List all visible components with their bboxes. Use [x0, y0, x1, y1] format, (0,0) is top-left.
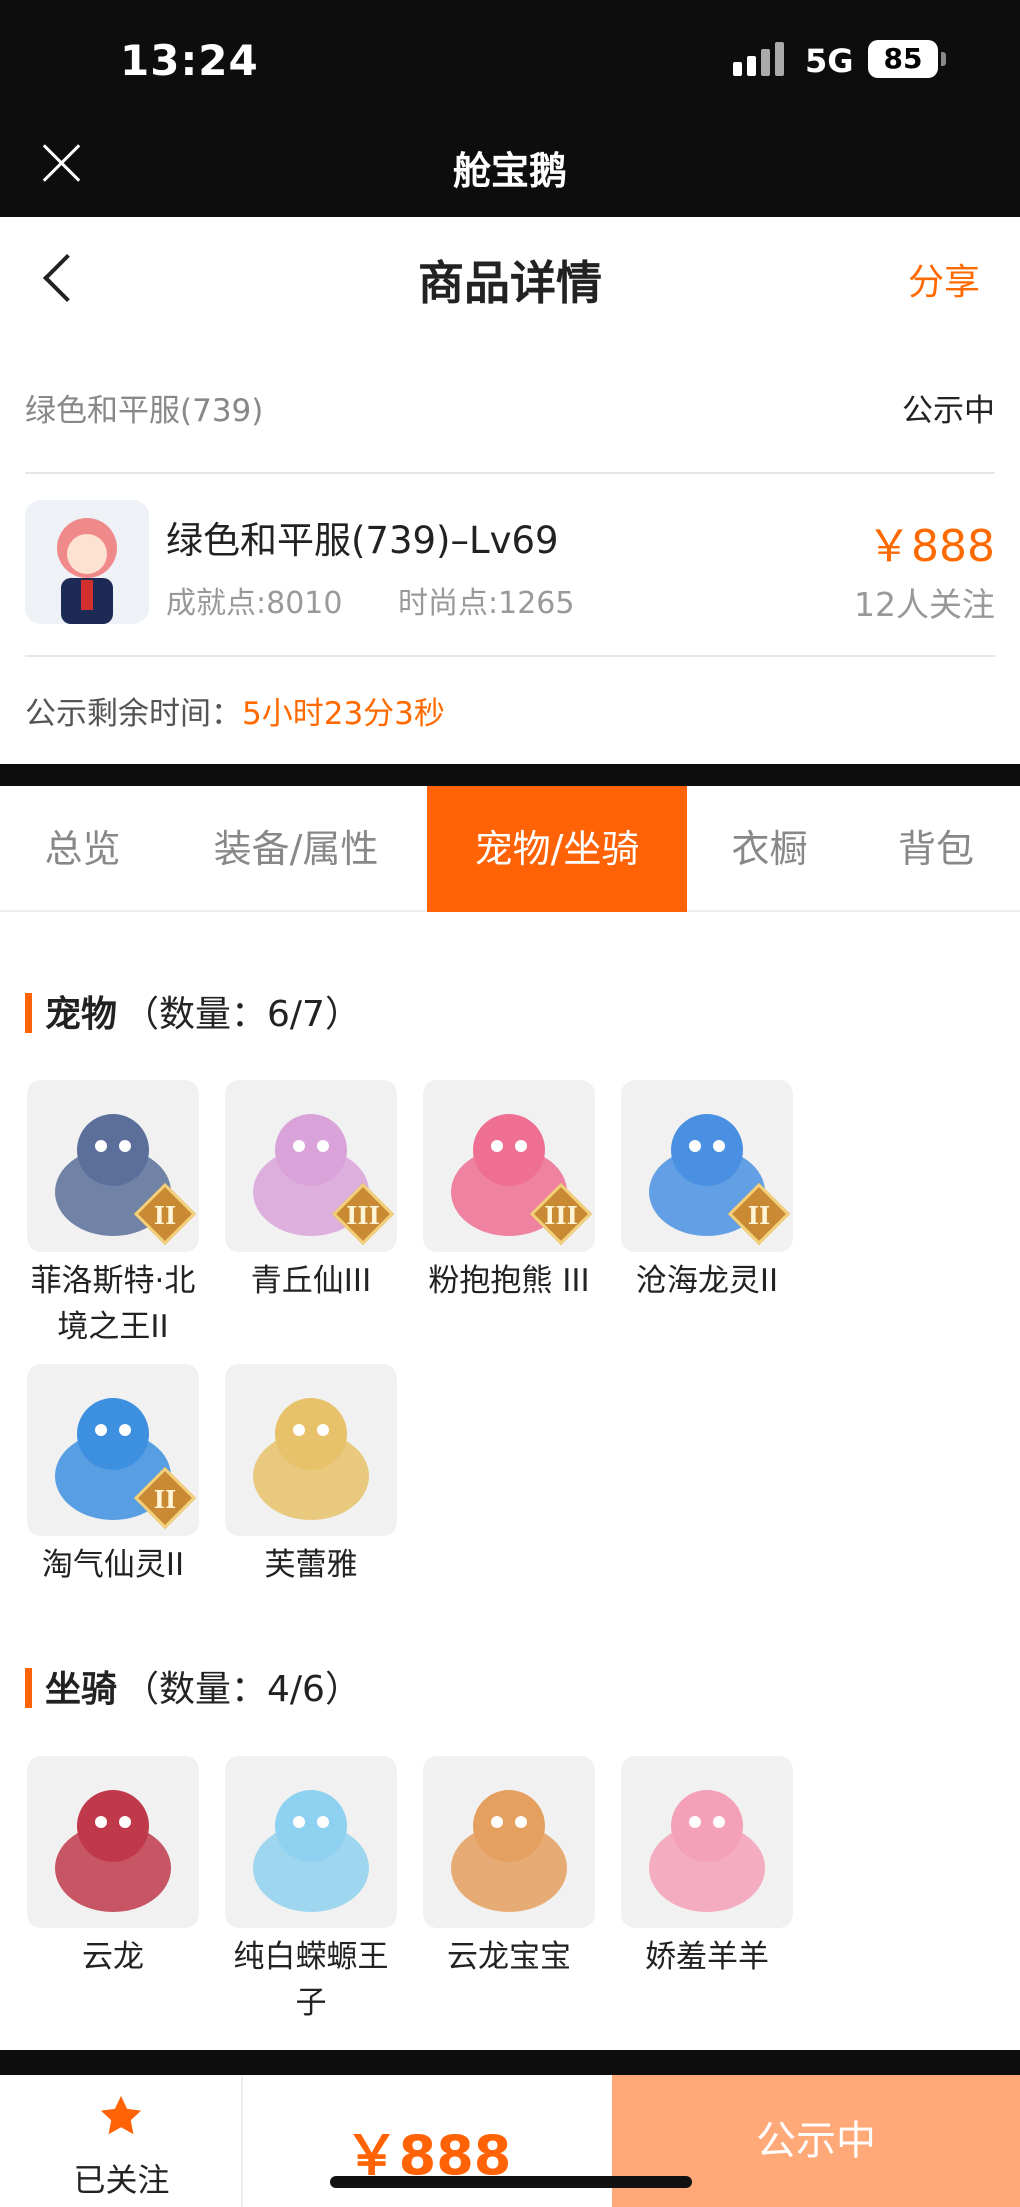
section-divider [0, 764, 1020, 786]
pet-thumbnail: II [27, 1080, 199, 1252]
pet-item[interactable]: III 青丘仙III [223, 1080, 421, 1350]
follower-count: 12人关注 [854, 585, 995, 624]
pet-name: 芙蕾雅 [264, 1547, 358, 1583]
pet-thumbnail: II [27, 1364, 199, 1536]
divider [25, 655, 995, 657]
status-badge: 公示中 [902, 393, 995, 429]
status-time: 13:24 [120, 36, 259, 85]
mounts-heading: 坐骑 （数量：4/6） [25, 1660, 361, 1712]
product-name: 绿色和平服(739)–Lv69 [166, 519, 559, 562]
screen: { "status_bar": { "time": "13:24", "netw… [0, 0, 1020, 2207]
tier-label: II [747, 1201, 771, 1231]
tab-wardrobe[interactable]: 衣橱 [687, 786, 852, 912]
pets-title: 宠物 [45, 994, 118, 1035]
pet-name: 沧海龙灵II [635, 1263, 779, 1299]
pet-name: 淘气仙灵II [41, 1547, 185, 1583]
mount-thumbnail [621, 1756, 793, 1928]
tier-label: III [544, 1201, 578, 1231]
pet-name: 菲洛斯特·北境之王II [30, 1263, 196, 1345]
mount-name: 纯白蝾螈王子 [233, 1939, 389, 2021]
mount-thumbnail [423, 1756, 595, 1928]
mounts-grid: 云龙 纯白蝾螈王子 云龙宝宝 娇羞羊羊 [25, 1756, 1005, 2040]
tab-bar: 总览 装备/属性 宠物/坐骑 衣橱 背包 [0, 786, 1020, 912]
pet-thumbnail: II [621, 1080, 793, 1252]
mount-item[interactable]: 云龙宝宝 [421, 1756, 619, 2026]
follow-label: 已关注 [73, 2161, 170, 2199]
pets-count: （数量：6/7） [123, 994, 361, 1035]
mount-item[interactable]: 云龙 [25, 1756, 223, 2026]
signal-icon [733, 42, 789, 76]
tab-equipment[interactable]: 装备/属性 [165, 786, 427, 912]
mounts-count: （数量：4/6） [123, 1669, 361, 1710]
pets-heading: 宠物 （数量：6/7） [25, 985, 361, 1037]
achievement-points: 成就点:8010 [166, 586, 343, 621]
network-type: 5G [805, 42, 854, 80]
remaining-time-label: 公示剩余时间： [25, 696, 242, 732]
pet-item[interactable]: 芙蕾雅 [223, 1364, 421, 1588]
mount-name: 娇羞羊羊 [645, 1939, 769, 1975]
mount-name: 云龙宝宝 [447, 1939, 571, 1975]
mounts-title: 坐骑 [45, 1669, 118, 1710]
app-title: 舱宝鹅 [452, 149, 567, 193]
tab-overview[interactable]: 总览 [0, 786, 165, 912]
mount-name: 云龙 [82, 1939, 144, 1975]
mount-item[interactable]: 娇羞羊羊 [619, 1756, 817, 2026]
pet-name: 粉抱抱熊 III [428, 1263, 590, 1299]
pet-item[interactable]: II 菲洛斯特·北境之王II [25, 1080, 223, 1350]
remaining-time: 公示剩余时间：5小时23分3秒 [25, 688, 445, 733]
divider [25, 472, 995, 474]
tab-pets-mounts[interactable]: 宠物/坐骑 [427, 786, 687, 912]
pet-thumbnail: III [423, 1080, 595, 1252]
pets-grid: II 菲洛斯特·北境之王II III 青丘仙III III 粉抱抱熊 III II 沧海龙灵I… [25, 1080, 1005, 1602]
status-and-app-bar: 13:24 5G 85 舱宝鹅 [0, 0, 1020, 217]
pet-name: 青丘仙III [250, 1263, 372, 1299]
pet-item[interactable]: II 淘气仙灵II [25, 1364, 223, 1588]
share-button[interactable]: 分享 [908, 253, 980, 305]
section-divider [0, 2050, 1020, 2075]
tier-label: III [346, 1201, 380, 1231]
remaining-time-value: 5小时23分3秒 [242, 696, 445, 732]
tier-label: II [153, 1201, 177, 1231]
mount-thumbnail [27, 1756, 199, 1928]
avatar [25, 500, 149, 624]
fashion-points: 时尚点:1265 [398, 586, 575, 621]
tab-bag[interactable]: 背包 [852, 786, 1020, 912]
tier-label: II [153, 1485, 177, 1515]
pet-item[interactable]: III 粉抱抱熊 III [421, 1080, 619, 1350]
product-price: ￥888 [867, 521, 995, 572]
pet-item[interactable]: II 沧海龙灵II [619, 1080, 817, 1350]
star-icon [100, 2095, 142, 2135]
battery-icon: 85 [868, 40, 946, 78]
server-name: 绿色和平服(739) [25, 393, 264, 429]
mount-item[interactable]: 纯白蝾螈王子 [223, 1756, 421, 2026]
home-indicator [330, 2176, 692, 2188]
follow-button[interactable]: 已关注 [0, 2075, 243, 2207]
pet-thumbnail [225, 1364, 397, 1536]
nav-bar: 商品详情 分享 [0, 217, 1020, 339]
pet-thumbnail: III [225, 1080, 397, 1252]
mount-thumbnail [225, 1756, 397, 1928]
page-title: 商品详情 [418, 256, 602, 310]
